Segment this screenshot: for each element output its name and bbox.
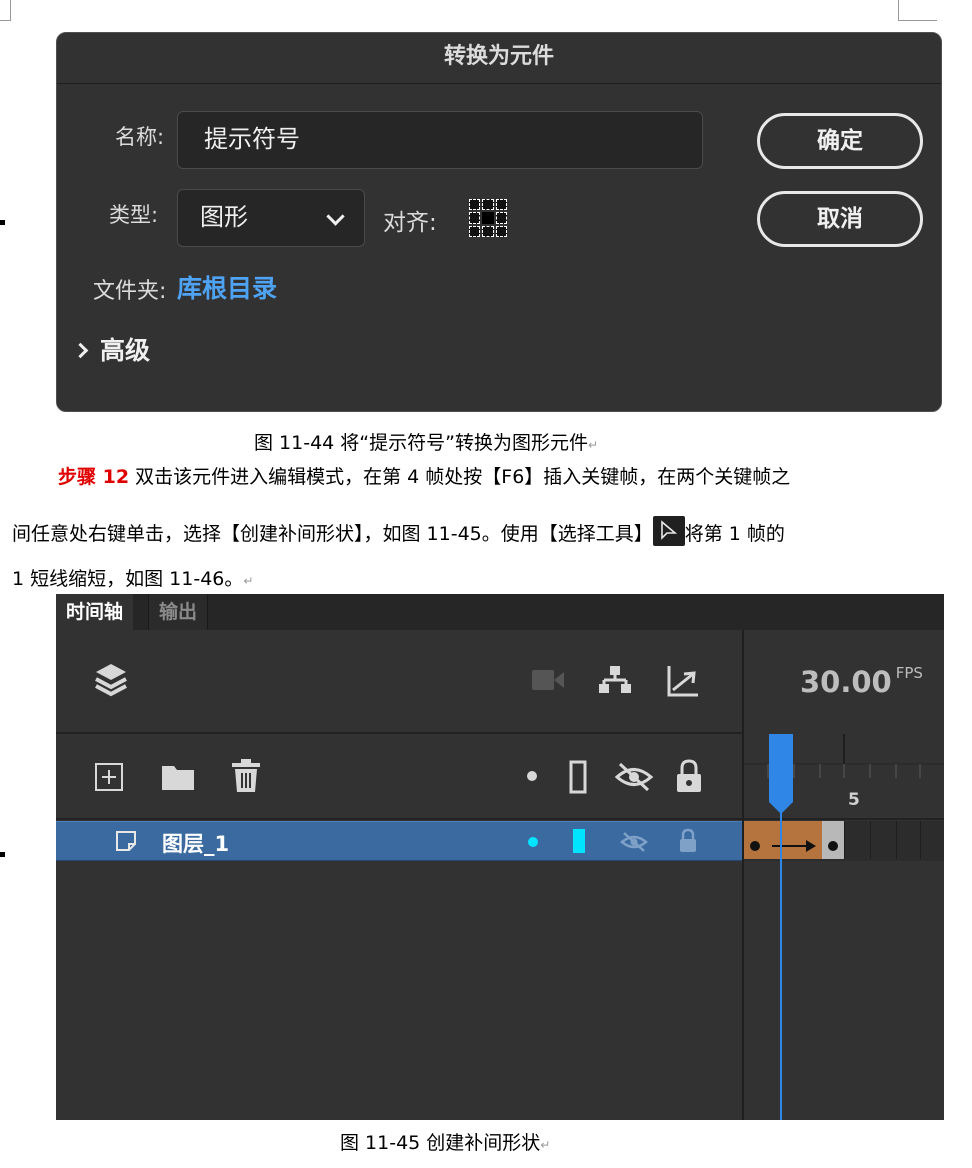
convert-to-symbol-dialog: 转换为元件 名称: 提示符号 类型: 图形 对齐: 文件夹: 库根目录 高级 确… bbox=[56, 32, 942, 412]
selection-tool-icon bbox=[652, 516, 685, 546]
tab-output[interactable]: 输出 bbox=[148, 594, 209, 630]
registration-point[interactable] bbox=[469, 199, 481, 211]
caption-text: 图 11-45 创建补间形状 bbox=[340, 1132, 541, 1154]
body-paragraph-line: 间任意处右键单击，选择【创建补间形状】，如图 11-45。使用【选择工具】 将第 … bbox=[12, 516, 785, 546]
body-paragraph-line: 1 短线缩短，如图 11-46。↵ bbox=[12, 564, 253, 591]
timeline-toolbar bbox=[56, 630, 742, 734]
advanced-toggle[interactable]: 高级 bbox=[72, 331, 151, 367]
paragraph-mark: ↵ bbox=[587, 438, 599, 452]
chevron-down-icon bbox=[326, 207, 345, 226]
tween-arrow-icon bbox=[750, 840, 838, 852]
lock-icon[interactable] bbox=[674, 758, 704, 794]
align-label: 对齐: bbox=[383, 210, 437, 236]
layer-name[interactable]: 图层_1 bbox=[162, 828, 229, 858]
registration-grid[interactable] bbox=[469, 199, 507, 237]
type-select[interactable]: 图形 bbox=[177, 189, 365, 247]
registration-point-selected[interactable] bbox=[482, 212, 494, 224]
tab-timeline[interactable]: 时间轴 bbox=[56, 594, 134, 630]
margin-mark bbox=[0, 220, 5, 225]
frame-cell[interactable] bbox=[870, 821, 895, 859]
frame-number-label: 5 bbox=[848, 790, 860, 810]
figure-caption: 图 11-45 创建补间形状↵ bbox=[340, 1128, 550, 1155]
new-layer-icon[interactable] bbox=[94, 762, 124, 792]
type-label: 类型: bbox=[109, 203, 159, 227]
frame-cell[interactable] bbox=[844, 821, 869, 859]
playhead-handle[interactable] bbox=[768, 734, 794, 814]
margin-mark bbox=[0, 852, 5, 857]
registration-point[interactable] bbox=[495, 212, 507, 224]
page-corner-mark-right bbox=[898, 0, 937, 21]
highlight-dot-icon[interactable] bbox=[526, 770, 538, 782]
panel-tabs: 时间轴 输出 bbox=[56, 594, 944, 630]
cancel-button[interactable]: 取消 bbox=[757, 191, 923, 247]
layer-visibility-off-icon[interactable] bbox=[620, 830, 648, 854]
advanced-label: 高级 bbox=[100, 336, 151, 365]
paragraph-mark: ↵ bbox=[243, 574, 254, 588]
layer-type-icon bbox=[116, 831, 136, 851]
paragraph-text: 1 短线缩短，如图 11-46。 bbox=[12, 568, 244, 590]
layers-icon[interactable] bbox=[92, 660, 130, 700]
folder-link[interactable]: 库根目录 bbox=[177, 269, 277, 305]
paragraph-text: 将第 1 帧的 bbox=[684, 523, 785, 545]
layer-parenting-icon[interactable] bbox=[598, 664, 632, 696]
name-input[interactable]: 提示符号 bbox=[177, 111, 703, 169]
new-folder-icon[interactable] bbox=[160, 762, 196, 792]
paragraph-mark: ↵ bbox=[540, 1138, 551, 1152]
graph-editor-icon[interactable] bbox=[666, 664, 700, 698]
paragraph-text: 间任意处右键单击，选择【创建补间形状】，如图 11-45。使用【选择工具】 bbox=[12, 523, 653, 545]
fps-unit: FPS bbox=[895, 664, 923, 682]
registration-point[interactable] bbox=[495, 225, 507, 237]
layer-row-selected[interactable]: 图层_1 bbox=[56, 821, 742, 861]
caption-text: 图 11-44 将“提示符号”转换为图形元件 bbox=[254, 432, 588, 454]
camera-icon[interactable] bbox=[530, 668, 566, 692]
dialog-title: 转换为元件 bbox=[57, 33, 941, 84]
paragraph-text: 双击该元件进入编辑模式，在第 4 帧处按【F6】插入关键帧，在两个关键帧之 bbox=[129, 466, 791, 488]
registration-point[interactable] bbox=[495, 199, 507, 211]
registration-point[interactable] bbox=[482, 199, 494, 211]
panel-divider bbox=[742, 630, 744, 1120]
frame-cell[interactable] bbox=[896, 821, 921, 859]
ok-button[interactable]: 确定 bbox=[757, 113, 923, 169]
layer-lock-icon[interactable] bbox=[678, 828, 698, 854]
outline-toggle-icon[interactable] bbox=[568, 760, 588, 794]
chevron-right-icon bbox=[72, 342, 89, 359]
layer-controls bbox=[56, 734, 742, 820]
layer-highlight-dot-icon[interactable] bbox=[527, 836, 539, 848]
delete-layer-icon[interactable] bbox=[230, 758, 262, 794]
registration-point[interactable] bbox=[482, 225, 494, 237]
name-label: 名称: bbox=[115, 125, 165, 149]
step-label: 步骤 12 bbox=[58, 466, 130, 488]
folder-label: 文件夹: bbox=[93, 279, 167, 304]
visibility-off-icon[interactable] bbox=[614, 760, 654, 794]
registration-point[interactable] bbox=[469, 212, 481, 224]
timeline-panel: 时间轴 输出 30.00 FPS 5 图层_1 bbox=[56, 594, 944, 1120]
layer-frames[interactable] bbox=[744, 821, 944, 861]
frame-cell[interactable] bbox=[920, 821, 944, 859]
page-corner-mark-left bbox=[0, 0, 11, 21]
fps-readout[interactable]: 30.00 FPS bbox=[800, 664, 923, 699]
type-select-value: 图形 bbox=[200, 203, 248, 231]
fps-value: 30.00 bbox=[800, 665, 892, 699]
figure-caption: 图 11-44 将“提示符号”转换为图形元件↵ bbox=[254, 428, 598, 455]
registration-point[interactable] bbox=[469, 225, 481, 237]
layer-outline-color-icon[interactable] bbox=[572, 827, 586, 855]
body-paragraph-line: 步骤 12 双击该元件进入编辑模式，在第 4 帧处按【F6】插入关键帧，在两个关… bbox=[58, 462, 790, 489]
